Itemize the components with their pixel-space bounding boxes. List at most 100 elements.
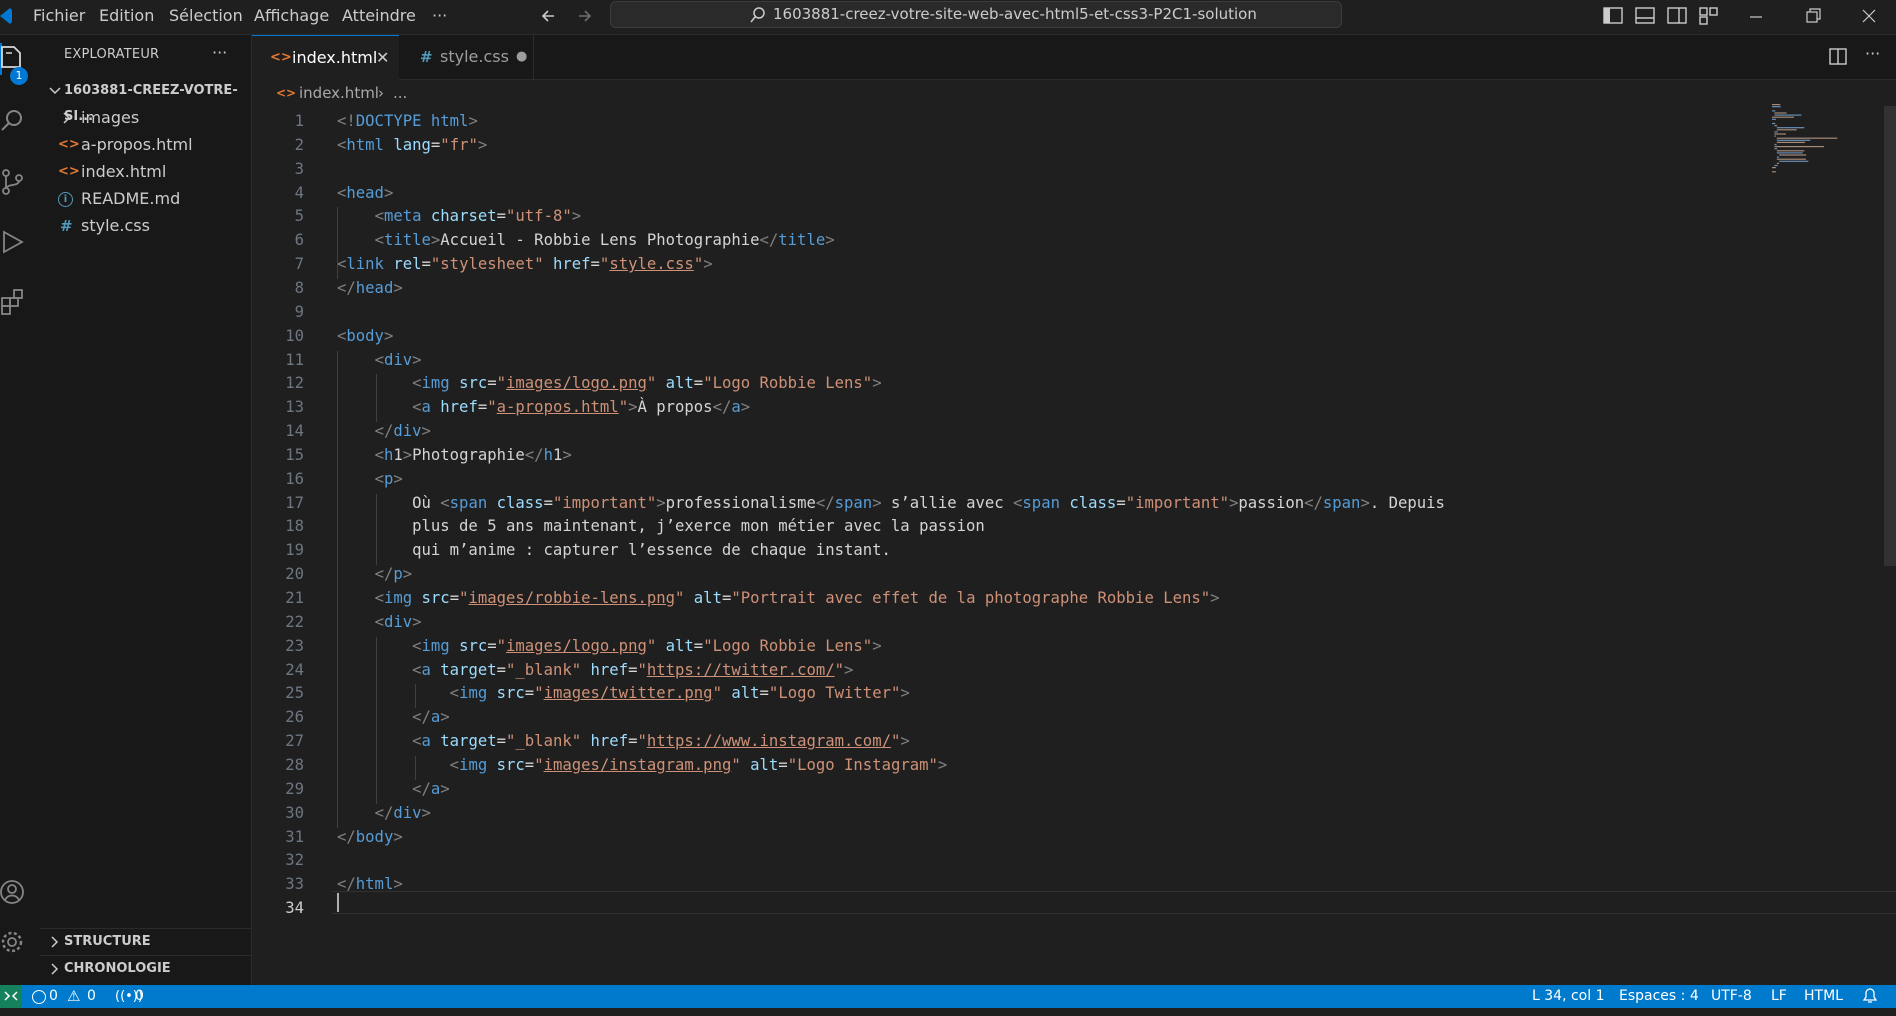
- breadcrumb-file[interactable]: index.html: [299, 80, 379, 106]
- line-number: 24: [285, 660, 304, 679]
- code-line: <img src="images/robbie-lens.png" alt="P…: [374, 589, 1220, 607]
- tree-file-style-css[interactable]: # style.css: [40, 213, 251, 239]
- toggle-secondary-sidebar-icon[interactable]: [1666, 5, 1688, 27]
- tree-item-label: README.md: [81, 189, 181, 208]
- minimap-line: [1772, 110, 1776, 112]
- customize-layout-icon[interactable]: [1698, 5, 1720, 27]
- vscode-logo-icon: [0, 6, 12, 26]
- encoding[interactable]: UTF-8: [1711, 985, 1752, 1008]
- menu-fichier[interactable]: Fichier: [33, 3, 85, 29]
- account-icon[interactable]: [0, 878, 26, 906]
- menu-edition[interactable]: Edition: [99, 3, 154, 29]
- restore-window-icon[interactable]: [1802, 5, 1824, 27]
- breadcrumb-symbol[interactable]: ...: [393, 80, 407, 106]
- run-debug-icon[interactable]: [0, 228, 26, 256]
- indent-guide: [376, 374, 377, 423]
- remote-indicator[interactable]: [0, 985, 22, 1008]
- line-number: 9: [294, 302, 304, 321]
- minimap-line: [1774, 135, 1777, 137]
- minimap-line: [1776, 127, 1805, 129]
- tree-folder-images[interactable]: images: [40, 105, 251, 131]
- line-number: 14: [285, 422, 304, 441]
- indent-guide: [415, 755, 416, 780]
- source-control-icon[interactable]: [0, 168, 26, 196]
- minimap-line: [1774, 146, 1824, 148]
- code-line: <a target="_blank" href="https://twitter…: [412, 660, 854, 679]
- line-number: 7: [294, 255, 304, 274]
- ports-count: 0: [135, 988, 144, 1004]
- ports-indicator[interactable]: ((•)) 0: [115, 985, 155, 1008]
- minimap-line: [1776, 156, 1779, 158]
- minimap-line: [1776, 150, 1805, 152]
- code-editor[interactable]: 1 2 3 4 5 6 7 8 9 10 11 12 13 14 15 16 17 18 19 20 21 22 23 24 2…: [252, 106, 1896, 985]
- close-window-icon[interactable]: [1858, 5, 1880, 27]
- tree-item-label: index.html: [81, 162, 167, 181]
- code-line: </div>: [374, 803, 431, 822]
- minimap-line: [1774, 148, 1778, 150]
- code-line: <link rel="stylesheet" href="style.css">: [337, 255, 713, 274]
- line-number: 6: [294, 231, 304, 250]
- tree-file-index-html[interactable]: <> index.html: [40, 159, 251, 185]
- code-line: </body>: [337, 827, 403, 846]
- toggle-primary-sidebar-icon[interactable]: [1602, 5, 1624, 27]
- explorer-sidebar: EXPLORATEUR ··· 1603881-CREEZ-VOTRE-SI..…: [40, 35, 252, 985]
- tab-close-button[interactable]: ✕: [376, 36, 389, 80]
- minimap-line: [1772, 106, 1781, 108]
- structure-section[interactable]: STRUCTURE: [40, 928, 251, 955]
- timeline-section[interactable]: CHRONOLOGIE: [40, 955, 251, 982]
- code-line: <a target="_blank" href="https://www.ins…: [412, 732, 910, 751]
- code-line: qui m’anime : capturer l’essence de chaq…: [337, 541, 891, 560]
- forward-arrow-icon[interactable]: [573, 5, 595, 27]
- workspace-root-folder[interactable]: 1603881-CREEZ-VOTRE-SI...: [40, 78, 251, 124]
- minimap-line: [1774, 164, 1778, 167]
- language-mode[interactable]: HTML: [1804, 985, 1843, 1008]
- tree-file-readme-md[interactable]: i README.md: [40, 186, 251, 212]
- cursor-position[interactable]: L 34, col 1: [1532, 985, 1604, 1008]
- line-number: 23: [285, 636, 304, 655]
- minimap-line: [1772, 171, 1776, 173]
- vertical-scrollbar[interactable]: [1884, 106, 1896, 566]
- editor-more-actions-button[interactable]: ···: [1865, 44, 1880, 63]
- manage-gear-icon[interactable]: [0, 928, 26, 956]
- code-line: <h1>Photographie</h1>: [374, 445, 572, 464]
- minimap-line: [1774, 133, 1786, 135]
- tab-index-html[interactable]: <> index.html ✕: [252, 35, 399, 80]
- line-number: 3: [294, 159, 304, 178]
- timeline-label: CHRONOLOGIE: [64, 961, 171, 976]
- line-number: 21: [285, 589, 304, 607]
- menu-more[interactable]: ···: [432, 3, 447, 29]
- tab-style-css[interactable]: # style.css ●: [400, 35, 534, 79]
- html-file-icon: <>: [58, 164, 80, 179]
- line-number: 10: [285, 326, 304, 345]
- search-icon[interactable]: [0, 108, 26, 134]
- code-line: <body>: [337, 326, 394, 345]
- tab-dirty-dot-icon[interactable]: ●: [516, 35, 527, 79]
- line-number: 19: [285, 541, 304, 560]
- split-editor-icon[interactable]: [1828, 46, 1850, 68]
- toggle-panel-icon[interactable]: [1634, 5, 1656, 27]
- code-line: Où <span class="important">professionali…: [337, 493, 1445, 512]
- minimap-line: [1772, 116, 1794, 118]
- code-line: </a>: [412, 779, 450, 798]
- back-arrow-icon[interactable]: [538, 5, 560, 27]
- minimap-line: [1774, 112, 1787, 114]
- explorer-more-button[interactable]: ···: [212, 43, 227, 62]
- notifications-bell-icon[interactable]: [1860, 985, 1880, 1008]
- minimap[interactable]: [1768, 100, 1868, 180]
- indent-guide: [337, 350, 338, 828]
- menu-affichage[interactable]: Affichage: [254, 3, 329, 29]
- minimap-line: [1776, 141, 1805, 143]
- minimap-line: [1776, 152, 1803, 154]
- line-number: 17: [285, 493, 304, 512]
- line-number: 26: [285, 708, 304, 727]
- end-of-line[interactable]: LF: [1771, 985, 1787, 1008]
- extensions-icon[interactable]: [0, 288, 26, 316]
- tree-file-a-propos-html[interactable]: <> a-propos.html: [40, 132, 251, 158]
- indentation[interactable]: Espaces : 4: [1619, 985, 1699, 1008]
- minimize-window-icon[interactable]: [1745, 5, 1767, 27]
- menu-atteindre[interactable]: Atteindre: [342, 3, 416, 29]
- command-center-search[interactable]: 1603881-creez-votre-site-web-avec-html5-…: [610, 1, 1342, 28]
- line-number: 16: [285, 469, 304, 488]
- menu-selection[interactable]: Sélection: [169, 3, 243, 29]
- code-line: <div>: [374, 350, 422, 369]
